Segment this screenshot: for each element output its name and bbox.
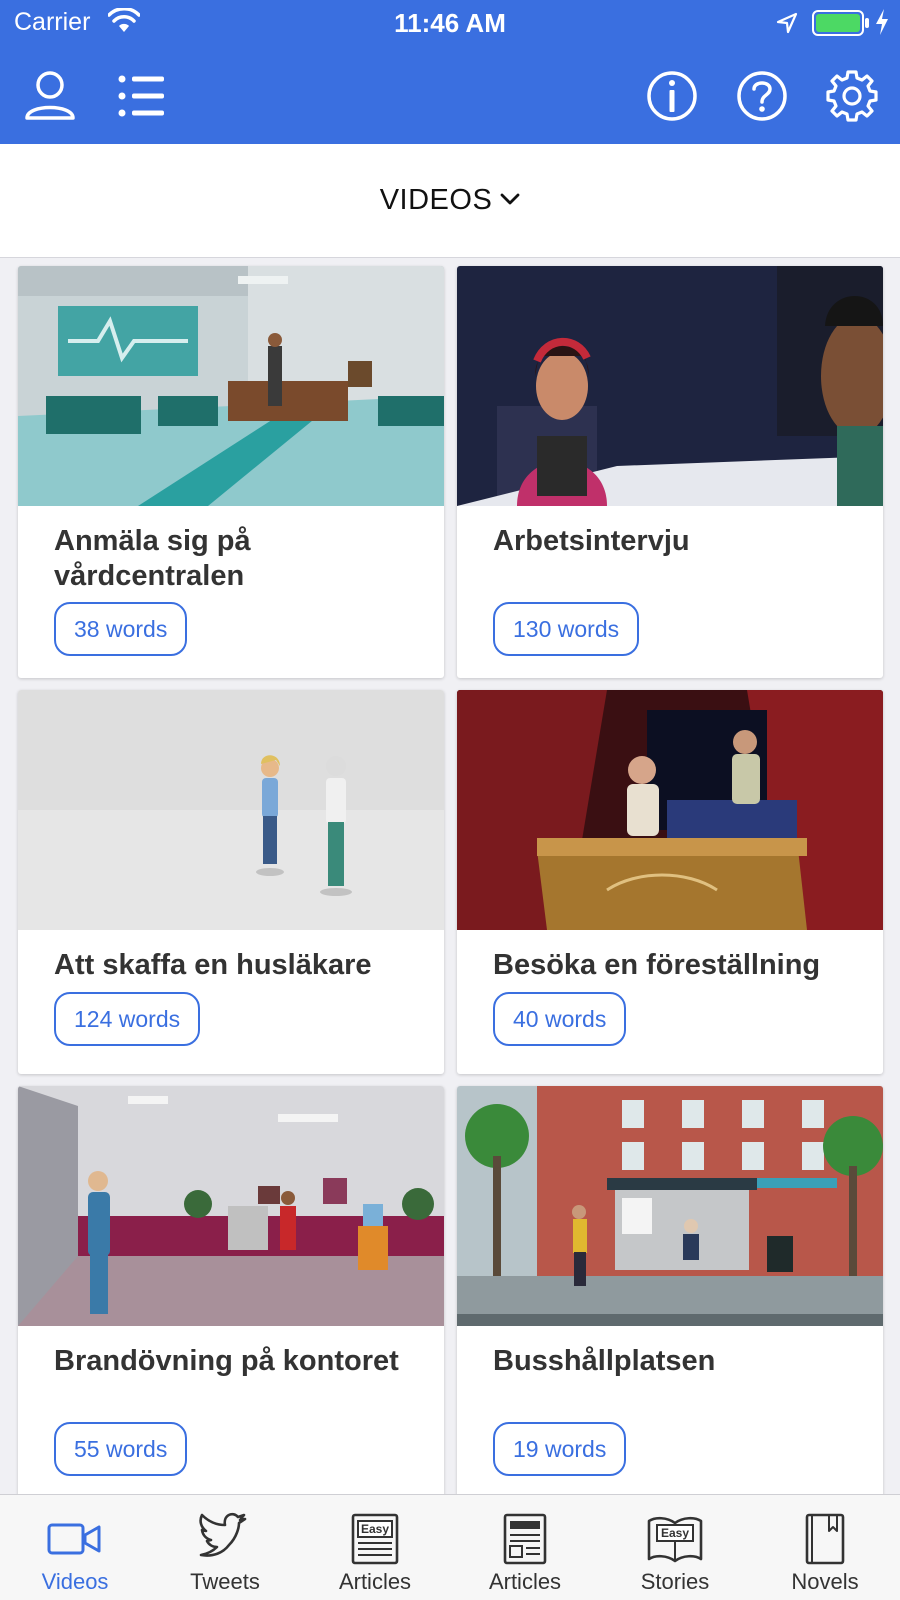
- help-button[interactable]: [734, 68, 790, 124]
- tab-label: Novels: [791, 1569, 859, 1594]
- word-count-button[interactable]: 124 words: [54, 992, 201, 1046]
- newspaper-icon: [503, 1513, 547, 1565]
- tab-label: Stories: [640, 1569, 710, 1594]
- video-card[interactable]: Busshållplatsen 19 words: [457, 1086, 883, 1494]
- video-card[interactable]: Besöka en föreställning 40 words: [457, 690, 883, 1074]
- info-icon: [647, 71, 697, 121]
- video-card[interactable]: Brandövning på kontoret 55 words: [18, 1086, 444, 1494]
- video-title: Brandövning på kontoret: [54, 1345, 399, 1377]
- section-title: VIDEOS: [379, 184, 493, 216]
- easy-book-icon: Easy: [647, 1516, 703, 1563]
- video-thumbnail: [457, 266, 883, 506]
- word-count-button[interactable]: 19 words: [493, 1422, 627, 1476]
- tab-stories[interactable]: Easy Stories: [600, 1495, 750, 1600]
- twitter-bird-icon: [199, 1512, 247, 1557]
- video-title: Arbetsintervju: [493, 525, 690, 557]
- video-thumbnail: [18, 1086, 444, 1326]
- video-thumbnail: [457, 1086, 883, 1326]
- video-title: Besöka en föreställning: [493, 949, 821, 981]
- profile-button[interactable]: [22, 68, 78, 124]
- tab-label: Tweets: [190, 1569, 260, 1594]
- tab-novels[interactable]: Novels: [750, 1495, 900, 1600]
- word-count-button[interactable]: 38 words: [54, 602, 188, 656]
- bookmarked-book-icon: [805, 1513, 845, 1565]
- charging-bolt-icon: [876, 9, 888, 35]
- gear-icon: [826, 70, 878, 122]
- tab-bar: Videos Tweets Easy Articles Articles Eas…: [0, 1494, 900, 1600]
- svg-text:Easy: Easy: [661, 1526, 689, 1540]
- section-dropdown[interactable]: VIDEOS: [0, 184, 900, 217]
- video-thumbnail: [18, 266, 444, 506]
- tab-videos[interactable]: Videos: [0, 1495, 150, 1600]
- video-thumbnail: [457, 690, 883, 930]
- clock: 11:46 AM: [394, 8, 506, 38]
- tab-tweets[interactable]: Tweets: [150, 1495, 300, 1600]
- video-card[interactable]: Att skaffa en husläkare 124 words: [18, 690, 444, 1074]
- settings-button[interactable]: [824, 68, 880, 124]
- tab-easy-articles[interactable]: Easy Articles: [300, 1495, 450, 1600]
- word-count-button[interactable]: 130 words: [493, 602, 640, 656]
- video-title: Busshållplatsen: [493, 1345, 716, 1377]
- video-thumbnail: [18, 690, 444, 930]
- video-title: Att skaffa en husläkare: [54, 949, 372, 981]
- video-card[interactable]: Arbetsintervju 130 words: [457, 266, 883, 678]
- word-count-button[interactable]: 55 words: [54, 1422, 188, 1476]
- list-button[interactable]: [112, 68, 168, 124]
- tab-label: Articles: [488, 1569, 562, 1594]
- list-icon: [118, 75, 164, 117]
- tab-label: Videos: [41, 1569, 109, 1594]
- nav-bar: [0, 46, 900, 144]
- word-count-button[interactable]: 40 words: [493, 992, 627, 1046]
- person-icon: [25, 71, 75, 120]
- battery-icon: [812, 10, 869, 36]
- tab-articles[interactable]: Articles: [450, 1495, 600, 1600]
- easy-newspaper-icon: Easy: [351, 1513, 399, 1565]
- video-card[interactable]: Anmäla sig på vårdcentralen 38 words: [18, 266, 444, 678]
- location-arrow-icon: [776, 12, 798, 34]
- tab-label: Articles: [338, 1569, 412, 1594]
- status-bar: Carrier 11:46 AM: [0, 0, 900, 46]
- chevron-down-icon: [500, 193, 520, 205]
- video-grid: Anmäla sig på vårdcentralen 38 words Arb…: [0, 258, 900, 1494]
- info-button[interactable]: [644, 68, 700, 124]
- video-camera-icon: [47, 1523, 101, 1555]
- help-icon: [737, 71, 787, 121]
- section-header: VIDEOS: [0, 144, 900, 258]
- video-title: Anmäla sig på vårdcentralen: [54, 525, 251, 592]
- svg-text:Easy: Easy: [361, 1522, 389, 1536]
